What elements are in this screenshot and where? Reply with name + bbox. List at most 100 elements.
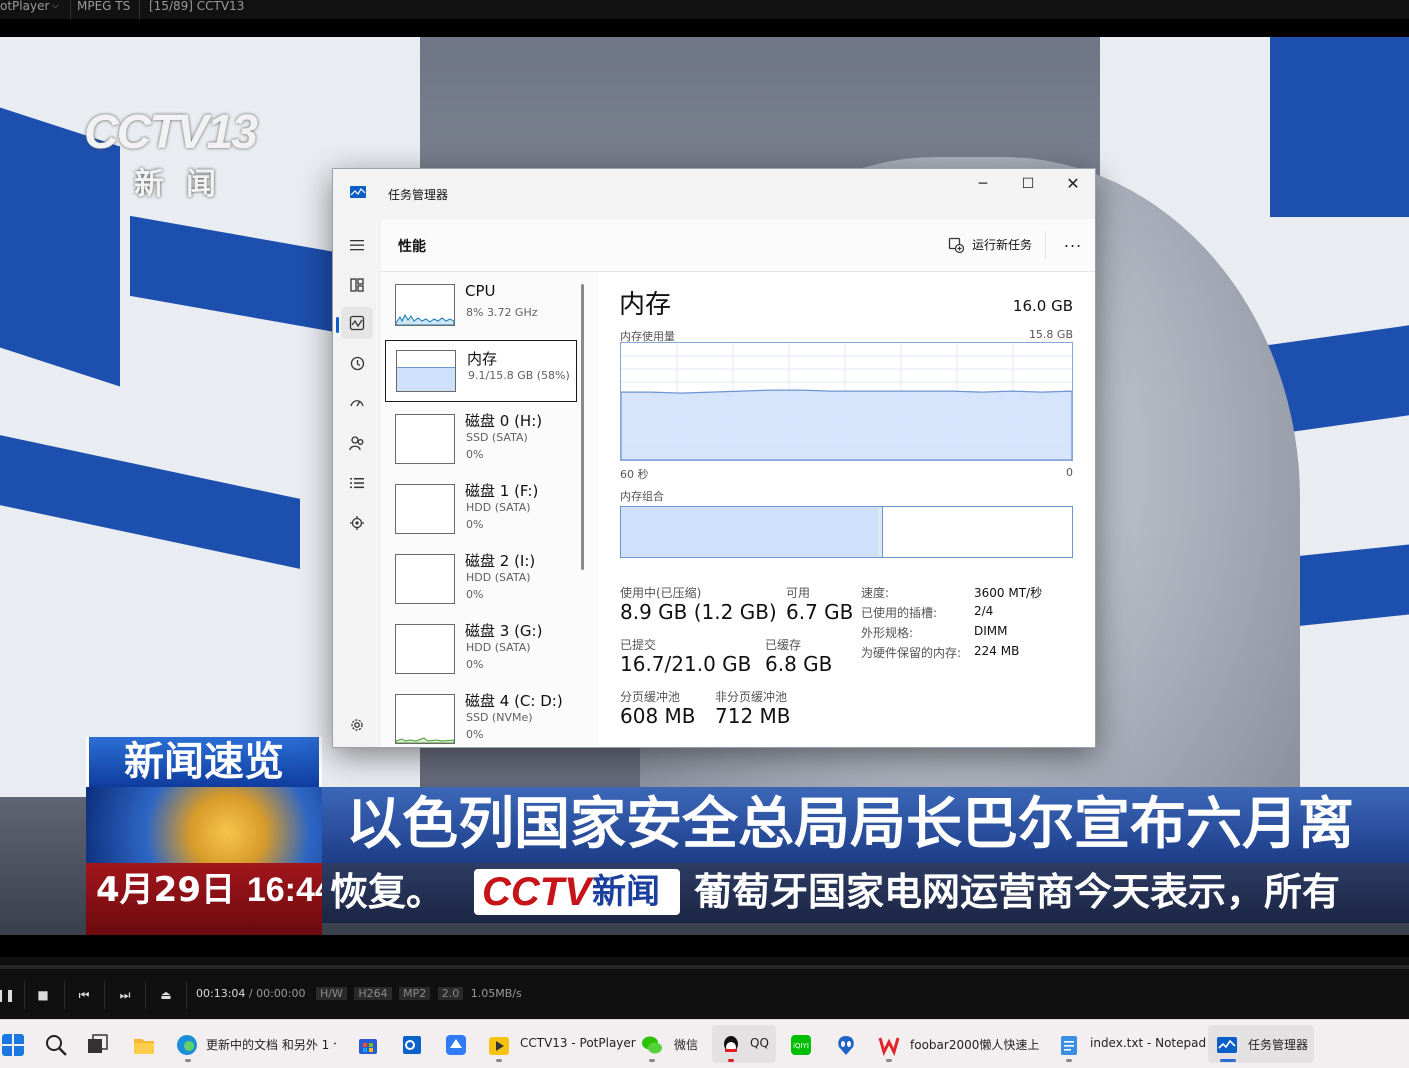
- header-divider: [1045, 231, 1046, 259]
- graph-axis-left: 60 秒: [620, 468, 649, 481]
- news-banner-label: 新闻速览: [86, 737, 322, 787]
- device-item-disk-3[interactable]: 磁盘 3 (G:) HDD (SATA) 0%: [385, 616, 577, 684]
- taskbar-item-wechat[interactable]: 微信: [636, 1025, 708, 1063]
- device-type: HDD (SATA): [466, 501, 531, 514]
- memory-composition-bar[interactable]: [620, 506, 1073, 558]
- device-item-disk-2[interactable]: 磁盘 2 (I:) HDD (SATA) 0%: [385, 546, 577, 614]
- hamburger-icon: [350, 240, 364, 251]
- device-item-memory[interactable]: 内存 9.1/15.8 GB (58%): [385, 340, 577, 402]
- nav-users[interactable]: [341, 427, 373, 459]
- device-item-cpu[interactable]: CPU 8% 3.72 GHz: [385, 278, 577, 342]
- task-manager-window: 任务管理器 ─ ☐ ✕ 性能 运行新任务 ... CPU 8% 3.72 GHz…: [332, 168, 1096, 748]
- device-name: CPU: [465, 282, 496, 300]
- edge-icon: [177, 1035, 197, 1055]
- nav-services[interactable]: [341, 507, 373, 539]
- running-indicator: [649, 1059, 655, 1062]
- device-usage: 0%: [466, 448, 484, 461]
- nav-details[interactable]: [341, 467, 373, 499]
- maximize-button[interactable]: ☐: [1005, 169, 1051, 199]
- nav-settings[interactable]: [341, 709, 373, 741]
- channel-sub-label: 新闻: [134, 167, 238, 202]
- windows-icon: [2, 1034, 24, 1056]
- nav-rail: [333, 219, 381, 747]
- time-total: 00:00:00: [256, 987, 306, 1000]
- codec-tag[interactable]: MP2: [399, 987, 431, 1000]
- ticker-text: 葡萄牙国家电网运营商今天表示，所有: [694, 870, 1341, 914]
- previous-icon[interactable]: ⏮: [69, 983, 99, 1007]
- ticker-logo-news: 新闻: [592, 872, 660, 912]
- composition-in-use: [621, 507, 879, 557]
- taskbar-item-edge[interactable]: 更新中的文档 和另外 1 个: [168, 1025, 344, 1063]
- nav-app-history[interactable]: [341, 347, 373, 379]
- run-new-task-label: 运行新任务: [972, 238, 1033, 252]
- device-stat: 9.1/15.8 GB (58%): [468, 369, 570, 382]
- task-view-icon: [88, 1034, 108, 1053]
- close-button[interactable]: ✕: [1050, 169, 1095, 199]
- player-controls: ❚❚ ■ ⏮ ⏭ ⏏ 00:13:04 / 00:00:00 H/W H264 …: [0, 957, 1409, 1019]
- next-icon[interactable]: ⏭: [110, 983, 140, 1007]
- device-item-disk-0[interactable]: 磁盘 0 (H:) SSD (SATA) 0%: [385, 406, 577, 474]
- nav-menu[interactable]: [341, 229, 373, 261]
- spec-slots: 2/4: [974, 604, 994, 618]
- codec-tag[interactable]: H/W: [316, 987, 347, 1000]
- taskbar-item-app2[interactable]: [828, 1025, 864, 1063]
- player-menu-label[interactable]: otPlayer: [0, 0, 49, 13]
- stat-label: 非分页缓冲池: [715, 690, 788, 704]
- notepad-icon: [1061, 1036, 1077, 1055]
- new-task-icon: [948, 237, 964, 253]
- taskbar-item-notepad[interactable]: index.txt - Notepad: [1052, 1025, 1206, 1063]
- taskbar-item-app[interactable]: [440, 1025, 472, 1063]
- control-divider: [104, 981, 105, 1009]
- news-clock: 16:44: [246, 871, 334, 909]
- taskbar-item-outlook[interactable]: [396, 1025, 428, 1063]
- device-item-disk-1[interactable]: 磁盘 1 (F:) HDD (SATA) 0%: [385, 476, 577, 544]
- task-view-button[interactable]: [78, 1025, 118, 1063]
- active-indicator: [1220, 1059, 1236, 1062]
- pause-icon[interactable]: ❚❚: [0, 983, 20, 1007]
- start-button[interactable]: [0, 1025, 28, 1063]
- nav-startup[interactable]: [341, 387, 373, 419]
- taskbar-item-store[interactable]: [352, 1025, 384, 1063]
- device-list-scrollbar[interactable]: [581, 284, 584, 570]
- disk-thumbnail-graph: [395, 554, 455, 604]
- seek-bar[interactable]: [0, 965, 1409, 969]
- codec-tag[interactable]: H264: [354, 987, 392, 1000]
- chevron-down-icon[interactable]: ⌵: [52, 0, 59, 13]
- nav-performance[interactable]: [336, 307, 373, 339]
- nav-processes[interactable]: [341, 269, 373, 301]
- spec-label: 外形规格:: [861, 626, 914, 640]
- window-title-bar[interactable]: 任务管理器 ─ ☐ ✕: [333, 169, 1095, 219]
- taskbar-item-wps[interactable]: foobar2000懒人快速上手: [870, 1025, 1046, 1063]
- file-explorer-button[interactable]: [124, 1025, 164, 1063]
- minimize-button[interactable]: ─: [960, 169, 1006, 199]
- flag-stripe: [1270, 37, 1409, 217]
- news-datetime: 4月29日 16:44: [86, 863, 334, 935]
- news-headline: 以色列国家安全总局局长巴尔宣布六月离: [322, 787, 1409, 863]
- stop-icon[interactable]: ■: [28, 983, 58, 1007]
- control-divider: [64, 981, 65, 1009]
- stat-paged-pool: 608 MB: [620, 704, 696, 728]
- window-title: 任务管理器: [388, 188, 449, 202]
- taskbar-item-taskmgr[interactable]: 任务管理器: [1208, 1025, 1314, 1063]
- taskbar-label: 微信: [674, 1038, 699, 1052]
- control-divider: [145, 981, 146, 1009]
- taskbar-label: 任务管理器: [1248, 1038, 1309, 1052]
- device-item-disk-4[interactable]: 磁盘 4 (C: D:) SSD (NVMe) 0%: [385, 686, 577, 747]
- stat-cached: 6.8 GB: [765, 652, 833, 676]
- disk-thumbnail-graph: [395, 624, 455, 674]
- news-date: 4月29日: [96, 870, 235, 910]
- eject-icon[interactable]: ⏏: [151, 983, 181, 1007]
- taskbar-item-iqiyi[interactable]: iQIYI: [784, 1025, 818, 1063]
- stat-available: 6.7 GB: [786, 600, 854, 624]
- codec-tag[interactable]: 2.0: [437, 987, 464, 1000]
- spec-form-factor: DIMM: [974, 624, 1008, 638]
- more-options-button[interactable]: ...: [1057, 229, 1089, 261]
- search-button[interactable]: [36, 1025, 76, 1063]
- stat-label: 使用中(已压缩): [620, 586, 702, 600]
- page-title: 性能: [398, 239, 426, 255]
- search-icon: [46, 1035, 67, 1056]
- run-new-task-button[interactable]: 运行新任务: [948, 229, 1048, 261]
- taskbar-item-potplayer[interactable]: CCTV13 - PotPlayer: [484, 1025, 636, 1063]
- taskbar-item-qq[interactable]: QQ: [712, 1025, 776, 1063]
- device-name: 磁盘 4 (C: D:): [465, 692, 563, 710]
